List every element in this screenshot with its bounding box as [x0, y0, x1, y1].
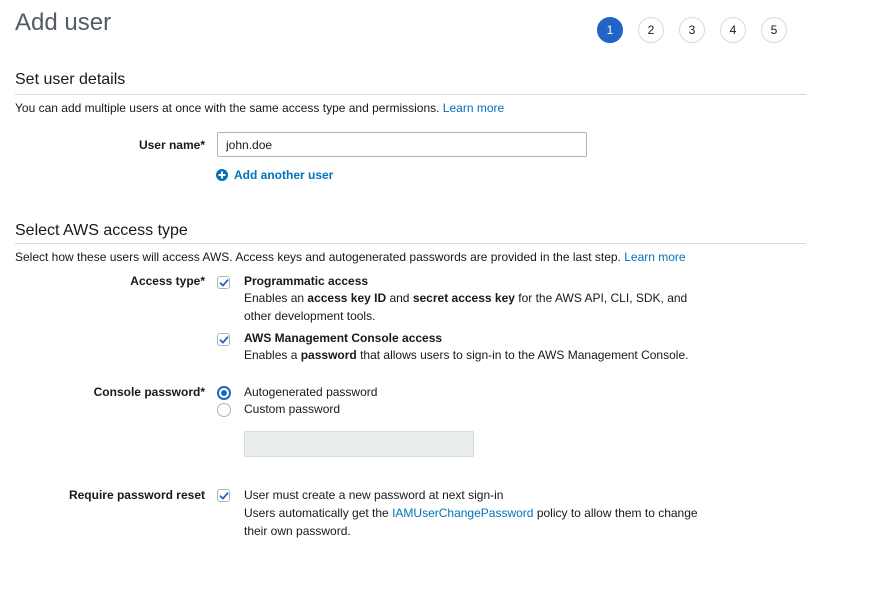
- step-1[interactable]: 1: [597, 17, 623, 43]
- programmatic-access-title: Programmatic access: [244, 274, 369, 288]
- username-label: User name*: [138, 138, 205, 152]
- step-5[interactable]: 5: [761, 17, 787, 43]
- autogenerated-password-label[interactable]: Autogenerated password: [244, 383, 377, 401]
- programmatic-access-description: Enables an access key ID and secret acce…: [244, 291, 688, 305]
- password-reset-line-2: Users automatically get the IAMUserChang…: [244, 506, 698, 520]
- programmatic-access-option: Programmatic access Enables an access ke…: [244, 273, 714, 325]
- learn-more-link-access[interactable]: Learn more: [624, 250, 685, 264]
- add-another-user-label: Add another user: [234, 168, 334, 182]
- add-another-user-link[interactable]: Add another user: [216, 168, 333, 182]
- radio-dot: [221, 390, 227, 396]
- require-password-reset-checkbox[interactable]: [217, 489, 230, 502]
- programmatic-access-checkbox[interactable]: [217, 276, 230, 289]
- divider: [15, 94, 806, 95]
- custom-password-radio[interactable]: [217, 403, 231, 417]
- page-title: Add user: [15, 9, 112, 36]
- step-3[interactable]: 3: [679, 17, 705, 43]
- password-reset-line-1: User must create a new password at next …: [244, 488, 504, 502]
- username-input[interactable]: [217, 132, 587, 157]
- plus-circle-icon: [216, 169, 228, 181]
- access-type-description: Select how these users will access AWS. …: [15, 250, 686, 264]
- require-password-reset-label: Require password reset: [68, 488, 205, 502]
- console-password-label: Console password*: [93, 385, 205, 399]
- console-access-title: AWS Management Console access: [244, 331, 443, 345]
- custom-password-input: [244, 431, 474, 457]
- wizard-steps: 1 2 3 4 5: [597, 17, 787, 43]
- user-details-description-text: You can add multiple users at once with …: [15, 101, 440, 115]
- user-details-description: You can add multiple users at once with …: [15, 101, 504, 115]
- step-4[interactable]: 4: [720, 17, 746, 43]
- access-type-label: Access type*: [130, 274, 205, 288]
- require-password-reset-option: User must create a new password at next …: [244, 486, 724, 540]
- iam-user-change-password-link[interactable]: IAMUserChangePassword: [392, 506, 533, 520]
- console-access-checkbox[interactable]: [217, 333, 230, 346]
- divider: [15, 243, 806, 244]
- custom-password-label[interactable]: Custom password: [244, 400, 340, 418]
- section-title-access-type: Select AWS access type: [15, 222, 188, 239]
- check-icon: [219, 335, 228, 343]
- console-access-option: AWS Management Console access Enables a …: [244, 330, 714, 364]
- learn-more-link-details[interactable]: Learn more: [443, 101, 504, 115]
- section-title-user-details: Set user details: [15, 71, 126, 88]
- password-reset-line-3: their own password.: [244, 524, 351, 538]
- access-type-description-text: Select how these users will access AWS. …: [15, 250, 621, 264]
- console-access-description: Enables a password that allows users to …: [244, 348, 689, 362]
- check-icon: [219, 278, 228, 286]
- step-2[interactable]: 2: [638, 17, 664, 43]
- autogenerated-password-radio[interactable]: [217, 386, 231, 400]
- programmatic-access-description-2: other development tools.: [244, 309, 376, 323]
- check-icon: [219, 491, 228, 499]
